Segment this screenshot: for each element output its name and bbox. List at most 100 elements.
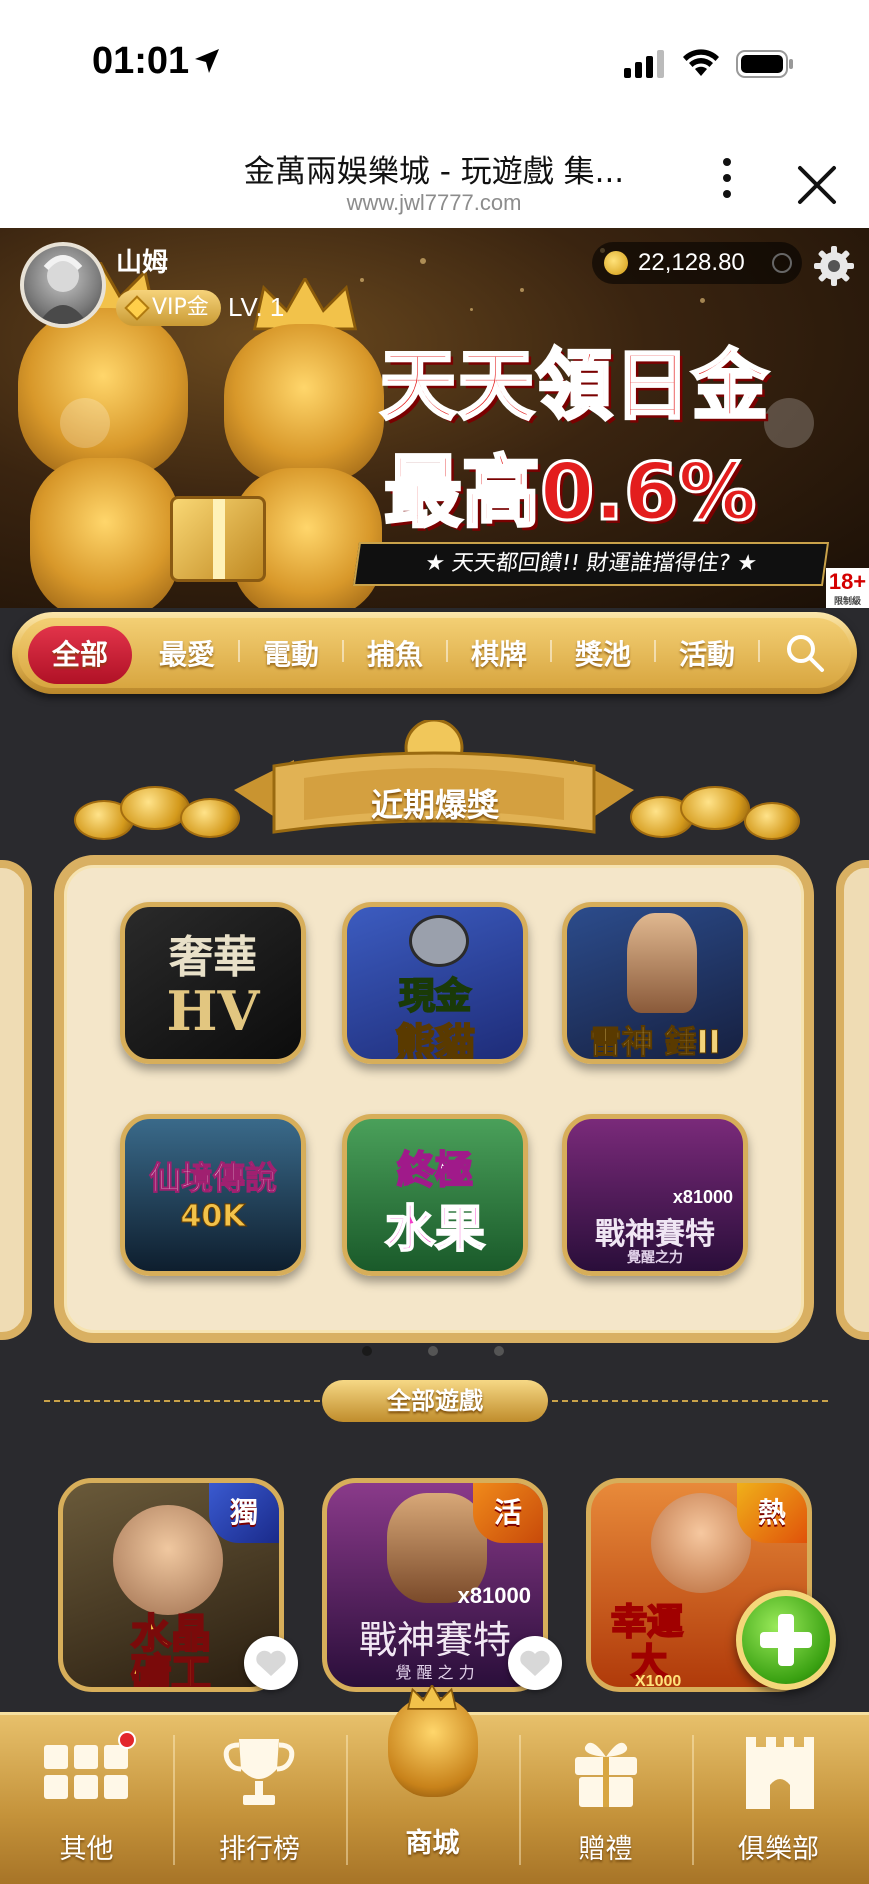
carousel-dot[interactable] [494,1346,504,1356]
game-tile-luxury-hv[interactable]: 奢華 HV [120,902,306,1064]
banner-headline: 天天領日金 [379,340,770,432]
tab-divider [342,640,344,662]
banner-prev-arrow[interactable] [60,398,110,448]
more-options-icon[interactable] [712,156,742,200]
gear-icon[interactable] [812,244,856,288]
gift-box-image [170,496,266,582]
location-arrow-icon [195,49,219,73]
game-tile-ultimate-fruit[interactable]: 終極 水果 [342,1114,528,1276]
tab-divider [238,640,240,662]
game-title: 仙境傳說 [148,1159,277,1198]
coin-balance[interactable]: 22,128.80 [592,242,802,284]
avatar[interactable] [20,242,106,328]
nav-label: 商城 [405,1828,460,1859]
trophy-icon [223,1739,295,1805]
lion-mascot-icon [388,1697,478,1797]
vip-label: VIP金 [152,295,209,320]
miner-figure-icon [113,1505,223,1615]
tab-divider [758,640,760,662]
exclusive-tag: 獨 [209,1483,279,1543]
game-subtitle: 水果 [384,1199,486,1259]
clock-time: 01:01 [92,40,190,82]
recent-jackpot-title: 近期爆獎 [370,786,499,824]
banner-next-arrow[interactable] [764,398,814,448]
coin-icon [604,251,628,275]
coin-decoration [744,802,800,840]
age-rating-text: 18+ [828,569,867,594]
tab-slots[interactable]: 電動 [244,626,338,684]
refresh-icon[interactable] [772,253,792,273]
tab-divider [550,640,552,662]
nav-label: 俱樂部 [738,1834,819,1865]
nav-club[interactable]: 俱樂部 [692,1715,865,1884]
tab-divider [654,640,656,662]
game-tile-ragnarok[interactable]: 仙境傳說 40K [120,1114,306,1276]
banner-headline-rate: 最高0.6% [382,447,757,540]
username: 山姆 [116,248,169,278]
nav-label: 排行榜 [219,1834,300,1865]
lion-mascot-right [224,324,384,484]
carousel-dot-active[interactable] [362,1346,372,1356]
game-title-part2: 錘II [664,1023,721,1061]
nav-gifts[interactable]: 贈禮 [519,1715,692,1884]
tab-all[interactable]: 全部 [28,626,132,684]
bottom-nav: 其他 排行榜 商城 贈禮 俱樂部 [0,1685,869,1884]
grid-icon [44,1745,128,1799]
game-multiplier: x81000 [672,1187,733,1207]
close-icon[interactable] [790,158,844,212]
castle-icon [746,1737,814,1809]
browser-header: 金萬兩娛樂城 - 玩遊戲 集... www.jwl7777.com [0,120,869,228]
page-url[interactable]: www.jwl7777.com [100,190,768,216]
nav-leaderboard[interactable]: 排行榜 [173,1715,346,1884]
vip-badge: VIP金 [116,290,221,326]
carousel-prev-card[interactable] [0,860,32,1340]
carousel-dot[interactable] [428,1346,438,1356]
nav-label: 贈禮 [578,1834,633,1865]
nav-shop[interactable]: 商城 [346,1685,519,1884]
cellular-signal-icon [624,50,664,78]
heart-icon [520,1650,550,1676]
nav-other[interactable]: 其他 [0,1715,173,1884]
avatar-photo-icon [38,255,88,324]
game-subtitle: 覺醒之力 [627,1250,683,1266]
tab-fishing[interactable]: 捕魚 [348,626,442,684]
divider-right [552,1400,828,1402]
add-button[interactable] [736,1590,836,1690]
lion-body-left [30,458,180,608]
game-title-part1: 雷神 [589,1023,654,1061]
game-title: 終極 [396,1147,474,1193]
carousel-next-card[interactable] [836,860,869,1340]
tab-jackpot[interactable]: 獎池 [556,626,650,684]
divider-left [44,1400,320,1402]
tab-events[interactable]: 活動 [660,626,754,684]
game-multiplier: x81000 [457,1583,531,1608]
coin-decoration [680,786,750,830]
game-title: 雷神 錘II [567,1017,743,1061]
panda-icon [409,915,469,967]
game-subtitle: 熊貓 [394,1020,476,1064]
game-tile-cash-panda[interactable]: 現金 熊貓 [342,902,528,1064]
crown-icon [407,1685,457,1710]
game-multiplier: X1000 [635,1673,682,1690]
battery-icon [736,50,793,78]
gem-icon [124,295,150,321]
promo-banner[interactable]: 山姆 VIP金 LV. 1 22,128.80 天天領日金 最高0.6% ★ 天… [0,228,869,608]
leprechaun-figure-icon [651,1493,751,1593]
coin-decoration [120,786,190,830]
heart-icon [256,1650,286,1676]
balance-amount: 22,128.80 [638,249,745,276]
tab-favorites[interactable]: 最愛 [140,626,234,684]
age-rating-subtext: 限制級 [833,596,861,606]
wifi-icon [683,49,719,76]
gift-icon [575,1742,637,1807]
game-subtitle: 40K [180,1199,246,1235]
tab-divider [446,640,448,662]
game-tile-thor-hammer[interactable]: 雷神 錘II [562,902,748,1064]
search-icon[interactable] [782,630,828,676]
favorite-heart-button[interactable] [244,1636,298,1690]
tab-cards[interactable]: 棋牌 [452,626,546,684]
all-games-header: 全部遊戲 [322,1380,548,1422]
thor-figure-icon [627,913,697,1013]
game-tile-seth[interactable]: x81000 戰神賽特 覺醒之力 [562,1114,748,1276]
favorite-heart-button[interactable] [508,1636,562,1690]
